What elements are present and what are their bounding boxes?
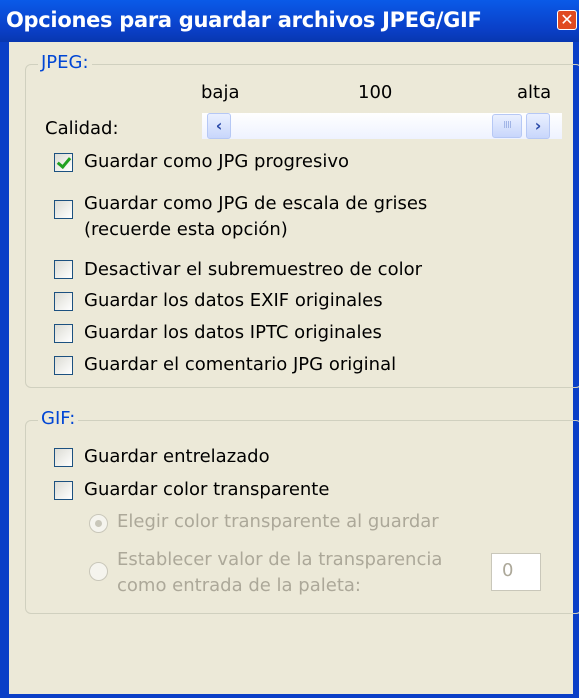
scroll-right-button[interactable]: › [526,113,550,139]
label-palette-entry-2[interactable]: como entrada de la paleta: [117,575,361,596]
label-subsampling[interactable]: Desactivar el subremuestreo de color [84,259,422,280]
title-bar[interactable]: Opciones para guardar archivos JPEG/GIF … [0,0,579,42]
quality-value-label: 100 [358,82,393,103]
scroll-thumb[interactable]: IIII [492,114,522,138]
scroll-left-button[interactable]: ‹ [207,113,231,139]
checkbox-subsampling[interactable] [54,260,73,279]
checkbox-comment[interactable] [54,356,73,375]
grip-icon: IIII [503,120,512,131]
chevron-right-icon: › [534,116,542,135]
label-grayscale-note[interactable]: (recuerde esta opción) [84,219,288,240]
label-transparent[interactable]: Guardar color transparente [84,479,329,500]
label-progressive[interactable]: Guardar como JPG progresivo [84,151,349,172]
gif-legend: GIF: [38,408,79,429]
checkbox-exif[interactable] [54,292,73,311]
label-comment[interactable]: Guardar el comentario JPG original [84,354,396,375]
close-icon[interactable]: ✕ [557,10,577,30]
quality-scrollbar[interactable]: ‹ IIII › [202,113,562,139]
label-palette-entry[interactable]: Establecer valor de la transparencia [117,549,442,570]
palette-entry-input[interactable]: 0 [491,553,541,591]
quality-label: Calidad: [45,118,119,139]
radio-choose-on-save[interactable] [89,514,108,533]
dialog-window: Opciones para guardar archivos JPEG/GIF … [0,0,579,698]
checkbox-progressive[interactable] [54,153,73,172]
checkbox-transparent[interactable] [54,481,73,500]
label-exif[interactable]: Guardar los datos EXIF originales [84,290,383,311]
quality-high-label: alta [517,82,552,103]
quality-low-label: baja [201,82,240,103]
label-iptc[interactable]: Guardar los datos IPTC originales [84,322,382,343]
chevron-left-icon: ‹ [215,116,223,135]
checkbox-interlaced[interactable] [54,448,73,467]
window-title: Opciones para guardar archivos JPEG/GIF [6,8,482,32]
checkbox-iptc[interactable] [54,324,73,343]
label-grayscale[interactable]: Guardar como JPG de escala de grises [84,193,427,214]
jpeg-legend: JPEG: [38,52,92,73]
checkbox-grayscale[interactable] [54,200,73,219]
label-choose-on-save[interactable]: Elegir color transparente al guardar [117,511,439,532]
radio-palette-entry[interactable] [89,562,108,581]
label-interlaced[interactable]: Guardar entrelazado [84,446,270,467]
